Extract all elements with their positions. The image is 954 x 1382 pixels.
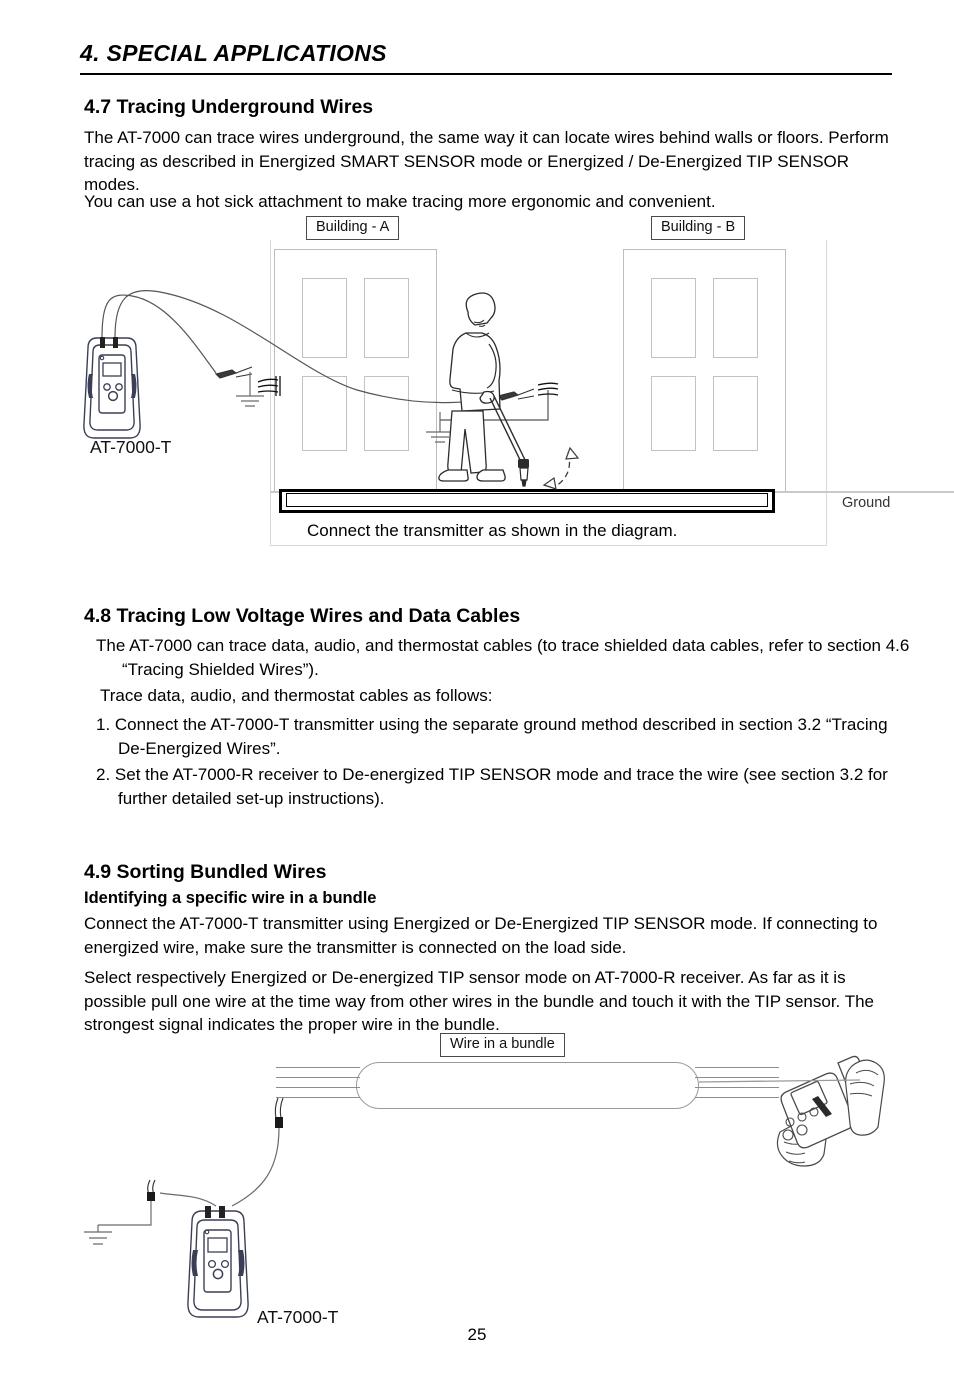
alligator-clip-ground-bundle <box>147 1179 156 1201</box>
transmitter-bottom-grip-left <box>191 1250 198 1276</box>
transmitter-bottom-led <box>204 1229 210 1235</box>
figure-2-linework <box>84 1055 885 1318</box>
transmitter-bottom-button-center <box>212 1268 224 1280</box>
transmitter-bottom-lcd-screen <box>207 1237 228 1253</box>
figure-sorting-bundled-wires: Wire in a bundle AT-7000-T <box>0 0 954 1382</box>
bundle-lead-signal <box>231 1127 280 1207</box>
transmitter-bottom-jack-left <box>205 1206 211 1218</box>
transmitter-bottom-button-right <box>220 1259 230 1269</box>
hand-pulling-wire <box>845 1059 885 1136</box>
transmitter-bottom-jack-right <box>219 1206 225 1218</box>
ground-symbol-bundle <box>84 1201 152 1245</box>
bundle-lead-ground <box>159 1192 217 1207</box>
document-page: 4. SPECIAL APPLICATIONS 4.7 Tracing Unde… <box>0 0 954 1382</box>
transmitter-device-bottom <box>187 1210 249 1318</box>
alligator-clip-bundle <box>274 1097 284 1128</box>
page-number: 25 <box>467 1325 487 1344</box>
transmitter-bottom-button-left <box>207 1259 217 1269</box>
